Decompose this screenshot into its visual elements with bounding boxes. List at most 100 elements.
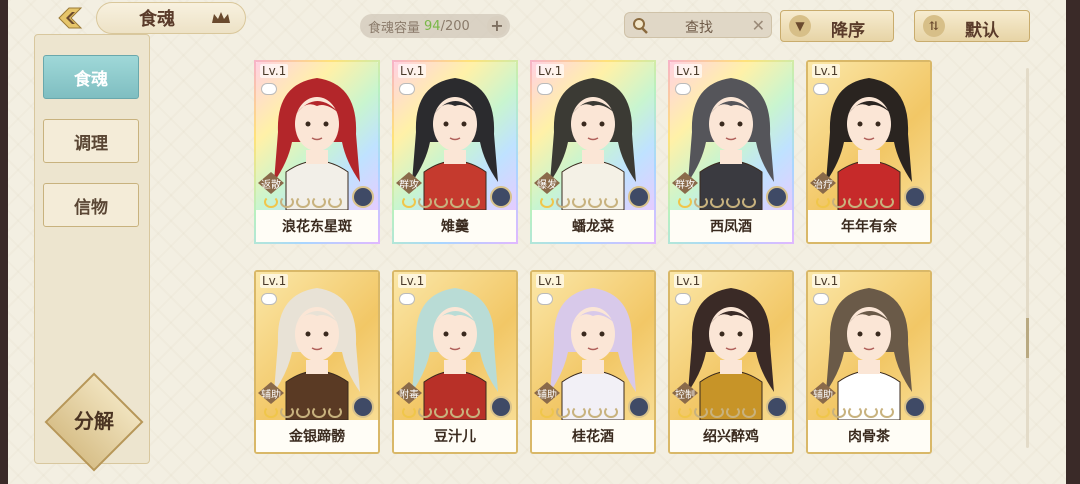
card-status-icon <box>399 293 415 305</box>
scrollbar-thumb[interactable] <box>1026 318 1029 358</box>
star-icon <box>864 406 878 418</box>
star-icon <box>402 196 416 208</box>
back-button[interactable] <box>40 4 100 32</box>
page-title-tab: 食魂 <box>96 2 246 34</box>
star-icon <box>434 196 448 208</box>
star-icon <box>540 406 554 418</box>
sort-down-icon: ▼ <box>789 15 811 37</box>
star-icon <box>880 196 894 208</box>
star-icon <box>328 196 342 208</box>
food-soul-card[interactable]: Lv.1 爆发 蟠龙菜 <box>530 60 656 244</box>
food-soul-card[interactable]: Lv.1 附毒 豆汁儿 <box>392 270 518 454</box>
card-name: 蟠龙菜 <box>532 210 654 242</box>
card-level: Lv.1 <box>398 274 427 288</box>
element-icon <box>766 186 788 208</box>
sidebar-item-conditioning[interactable]: 调理 <box>43 119 139 163</box>
search-icon <box>633 18 648 34</box>
card-star-rating <box>264 406 344 418</box>
card-name: 西凤酒 <box>670 210 792 242</box>
element-icon <box>628 396 650 418</box>
star-icon <box>726 406 740 418</box>
star-icon <box>694 406 708 418</box>
star-icon <box>450 406 464 418</box>
star-icon <box>832 406 846 418</box>
capacity-max: /200 <box>440 18 470 34</box>
card-name: 浪花东星斑 <box>256 210 378 242</box>
food-soul-card[interactable]: Lv.1 控制 绍兴醉鸡 <box>668 270 794 454</box>
star-icon <box>848 406 862 418</box>
star-icon <box>588 406 602 418</box>
sort-toggle-icon: ⇅ <box>923 15 945 37</box>
card-name: 绍兴醉鸡 <box>670 420 792 452</box>
card-name: 豆汁儿 <box>394 420 516 452</box>
star-icon <box>604 196 618 208</box>
food-soul-card[interactable]: Lv.1 辅助 金银蹄髈 <box>254 270 380 454</box>
card-level: Lv.1 <box>260 274 289 288</box>
food-soul-card[interactable]: Lv.1 辅助 肉骨茶 <box>806 270 932 454</box>
page-title: 食魂 <box>139 9 175 30</box>
card-level: Lv.1 <box>674 64 703 78</box>
card-level: Lv.1 <box>398 64 427 78</box>
clear-search-icon[interactable]: ✕ <box>752 16 765 35</box>
star-icon <box>418 196 432 208</box>
card-level: Lv.1 <box>536 64 565 78</box>
sort-default-button[interactable]: ⇅ 默认 <box>914 10 1030 42</box>
sort-order-label: 降序 <box>831 21 865 41</box>
card-star-rating <box>678 406 758 418</box>
star-icon <box>328 406 342 418</box>
star-icon <box>588 196 602 208</box>
sort-order-button[interactable]: ▼ 降序 <box>780 10 894 42</box>
star-icon <box>556 196 570 208</box>
star-icon <box>466 406 480 418</box>
sidebar-item-tokens[interactable]: 信物 <box>43 183 139 227</box>
food-soul-card[interactable]: Lv.1 返散 浪花东星斑 <box>254 60 380 244</box>
sidebar: 食魂 调理 信物 分解 <box>34 34 150 472</box>
sidebar-item-food-souls[interactable]: 食魂 <box>43 55 139 99</box>
element-icon <box>628 186 650 208</box>
screen-left-edge <box>0 0 8 484</box>
sidebar-item-label: 信物 <box>74 197 108 218</box>
element-icon <box>490 186 512 208</box>
star-icon <box>280 406 294 418</box>
screen: 食魂 食魂容量 94 /200 + 查找 ✕ ▼ 降序 ⇅ 默认 食魂 调理 信… <box>0 0 1080 484</box>
capacity-bar: 食魂容量 94 /200 + <box>360 14 510 38</box>
star-icon <box>312 406 326 418</box>
search-placeholder: 查找 <box>685 20 713 36</box>
sidebar-item-label: 食魂 <box>74 69 108 90</box>
card-star-rating <box>816 406 896 418</box>
card-name: 桂花酒 <box>532 420 654 452</box>
food-soul-card[interactable]: Lv.1 辅助 桂花酒 <box>530 270 656 454</box>
search-input[interactable]: 查找 ✕ <box>624 12 772 38</box>
card-status-icon <box>537 293 553 305</box>
card-status-icon <box>261 83 277 95</box>
star-icon <box>540 196 554 208</box>
star-icon <box>296 406 310 418</box>
card-status-icon <box>675 293 691 305</box>
card-name: 雉羹 <box>394 210 516 242</box>
food-soul-card[interactable]: Lv.1 群攻 雉羹 <box>392 60 518 244</box>
card-star-rating <box>678 196 758 208</box>
star-icon <box>572 406 586 418</box>
food-soul-card[interactable]: Lv.1 群攻 西凤酒 <box>668 60 794 244</box>
card-level: Lv.1 <box>812 274 841 288</box>
food-soul-card[interactable]: Lv.1 治疗 年年有余 <box>806 60 932 244</box>
card-level: Lv.1 <box>260 64 289 78</box>
star-icon <box>312 196 326 208</box>
capacity-label: 食魂容量 <box>368 20 421 36</box>
star-icon <box>466 196 480 208</box>
sort-default-label: 默认 <box>965 21 999 41</box>
card-star-rating <box>540 196 620 208</box>
star-icon <box>678 406 692 418</box>
star-icon <box>710 196 724 208</box>
add-capacity-button[interactable]: + <box>487 16 507 36</box>
star-icon <box>572 196 586 208</box>
star-icon <box>726 196 740 208</box>
crown-icon <box>212 12 230 23</box>
back-arrow-icon <box>58 7 83 29</box>
card-star-rating <box>402 196 482 208</box>
star-icon <box>710 406 724 418</box>
element-icon <box>904 186 926 208</box>
scrollbar[interactable] <box>1026 68 1029 448</box>
card-star-rating <box>264 196 344 208</box>
card-star-rating <box>402 406 482 418</box>
